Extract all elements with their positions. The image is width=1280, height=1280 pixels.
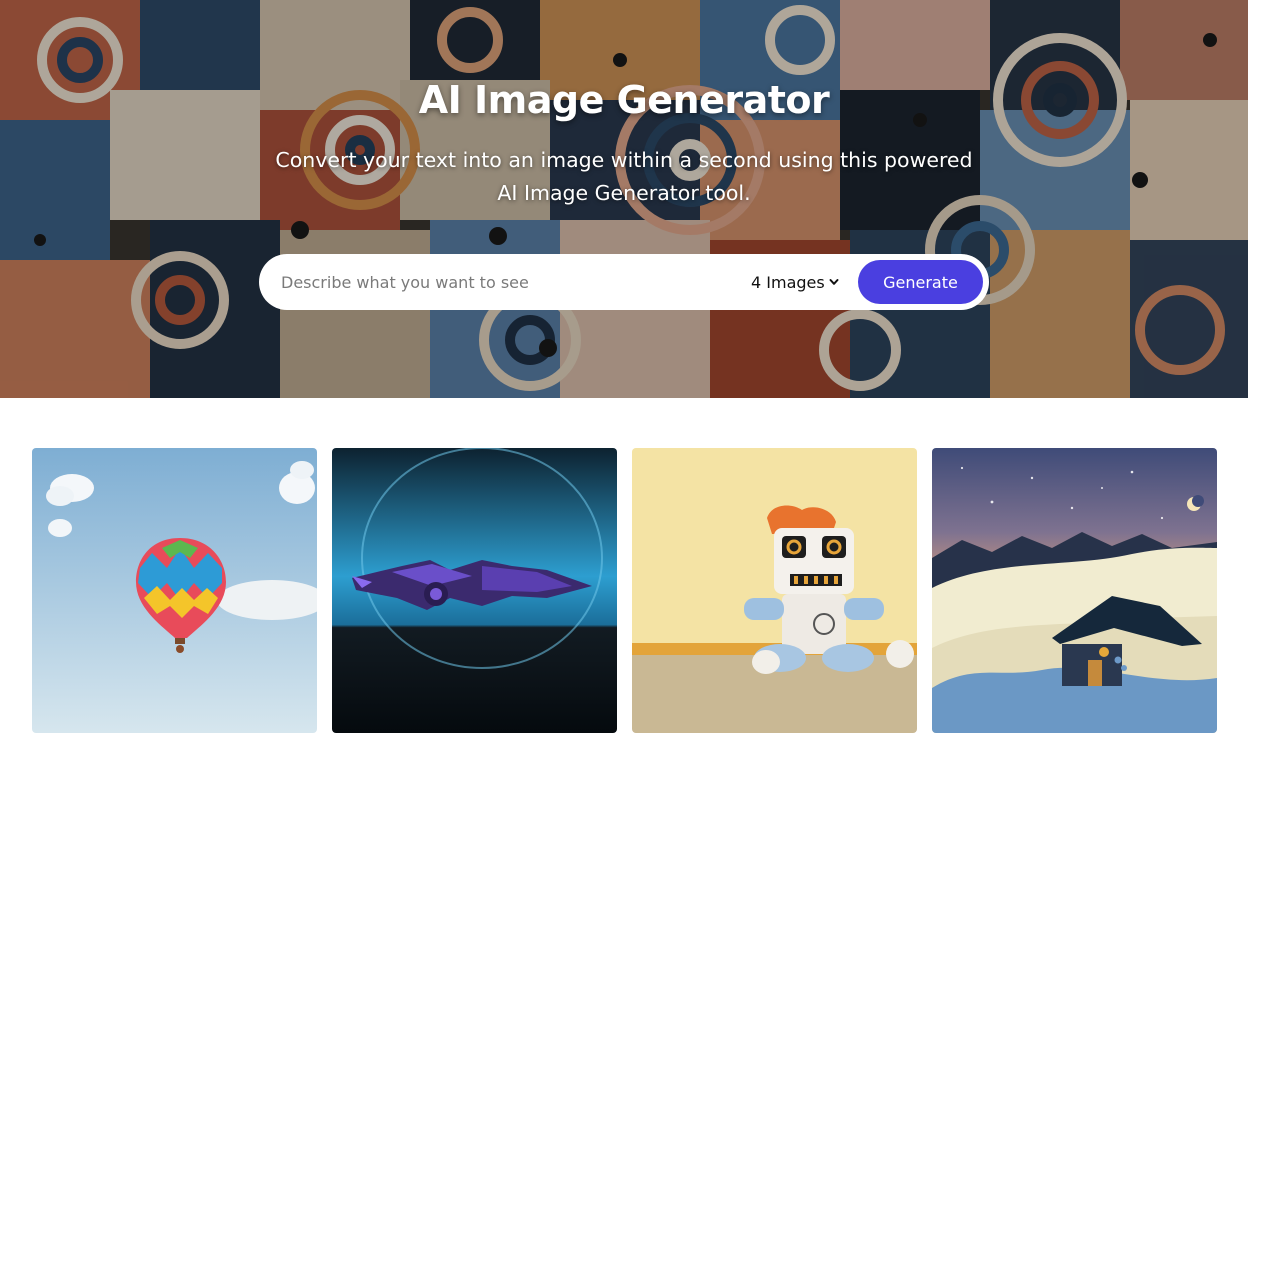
generate-button[interactable]: Generate [858,260,983,304]
page-subtitle: Convert your text into an image within a… [244,144,1004,210]
gallery-image-balloon[interactable] [32,448,317,733]
prompt-input[interactable] [281,262,731,302]
subtitle-line-1: Convert your text into an image within a… [275,148,973,172]
chevron-down-icon [829,279,839,285]
image-gallery [32,448,1217,733]
hero-content: AI Image Generator Convert your text int… [0,0,1248,398]
robot-plush-image [632,448,917,733]
hot-air-balloon-image [32,448,317,733]
image-count-select[interactable]: 4 Images [751,269,839,295]
spaceship-image [332,448,617,733]
gallery-image-spaceship[interactable] [332,448,617,733]
image-count-value: 4 Images [751,272,825,292]
generate-form: 4 Images Generate [259,254,989,310]
subtitle-line-2: AI Image Generator tool. [497,181,751,205]
page-title: AI Image Generator [418,78,830,122]
snowy-cabin-image [932,448,1217,733]
gallery-image-cabin[interactable] [932,448,1217,733]
hero-banner: AI Image Generator Convert your text int… [0,0,1248,398]
gallery-image-robot[interactable] [632,448,917,733]
